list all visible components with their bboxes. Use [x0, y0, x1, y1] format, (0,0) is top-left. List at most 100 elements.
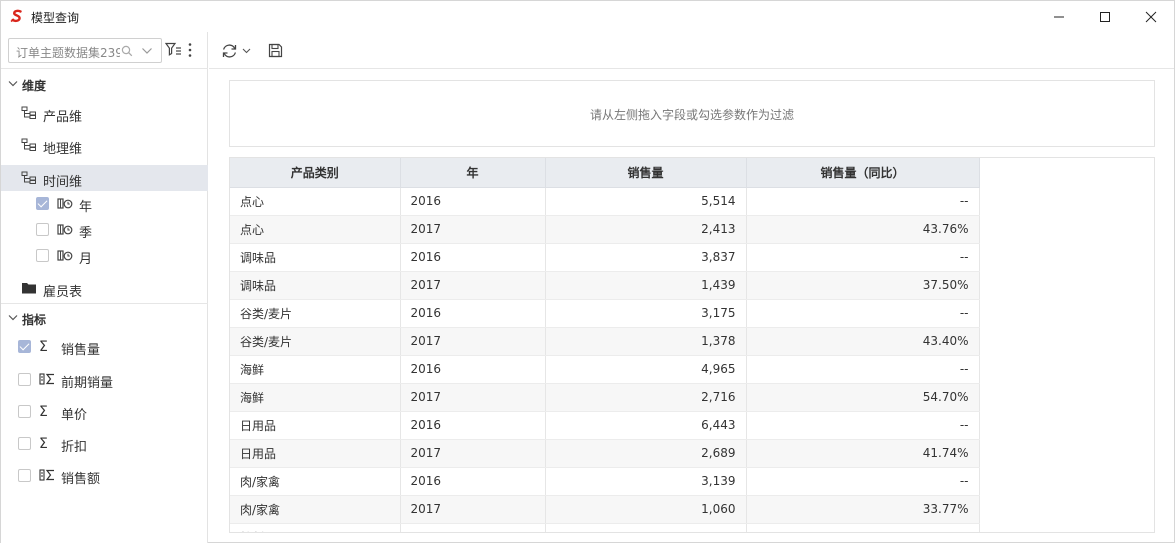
search-icon[interactable]: [121, 45, 133, 57]
close-button[interactable]: [1128, 1, 1174, 32]
cell-sales-yoy: --: [746, 411, 980, 440]
cell-year: 2017: [400, 215, 546, 244]
title-bar: 模型查询: [1, 1, 1174, 32]
table-row: 日用品 2017 2,689 41.74%: [230, 439, 980, 468]
column-header-sales-qty[interactable]: 销售量: [545, 158, 747, 188]
dataset-select-value: 订单主题数据集239: [16, 46, 120, 60]
cell-sales-yoy: 43.40%: [746, 327, 980, 356]
filter-drop-zone[interactable]: 请从左侧拖入字段或勾选参数作为过滤: [229, 80, 1155, 147]
month-checkbox[interactable]: [36, 249, 49, 262]
calc-sigma-icon: [39, 469, 54, 481]
cell-category: 谷类/麦片: [230, 299, 401, 328]
dimension-item-time[interactable]: 时间维: [1, 165, 208, 191]
table-row: 点心 2016 5,514 --: [230, 187, 980, 216]
cell-year: 2016: [400, 299, 546, 328]
measure-checkbox[interactable]: [18, 437, 31, 450]
table-row: 谷类/麦片 2016 3,175 --: [230, 299, 980, 328]
table-row: 海鲜 2017 2,716 54.70%: [230, 383, 980, 412]
measure-item-unit-price[interactable]: Σ 单价: [1, 398, 208, 424]
cell-year: 2016: [400, 411, 546, 440]
resource-panel: 订单主题数据集239 维度 产品维 地理维 时间维 年 季 月 雇员表 指标 Σ…: [1, 32, 208, 543]
cell-category: 调味品: [230, 243, 401, 272]
measure-checkbox[interactable]: [18, 405, 31, 418]
cell-year: 2017: [400, 271, 546, 300]
measure-checkbox[interactable]: [18, 340, 31, 353]
cell-sales-yoy: 54.70%: [746, 383, 980, 412]
cell-sales-yoy: 43.76%: [746, 215, 980, 244]
cell-sales-qty: 4,965: [545, 355, 747, 384]
quarter-checkbox[interactable]: [36, 223, 49, 236]
table-row: 调味品 2017 1,439 37.50%: [230, 271, 980, 300]
cell-sales-yoy: 41.74%: [746, 439, 980, 468]
result-table: 产品类别 年 销售量 销售量（同比） 点心 2016 5,514 -- 点心 2…: [230, 158, 980, 532]
cell-category: 日用品: [230, 439, 401, 468]
folder-icon: [22, 283, 36, 294]
measure-checkbox[interactable]: [18, 469, 31, 482]
minimize-icon: [1054, 16, 1064, 17]
table-row: 日用品 2016 6,443 --: [230, 411, 980, 440]
measures-section-header[interactable]: 指标: [1, 308, 208, 330]
time-level-quarter[interactable]: 季: [1, 217, 208, 243]
cell-category: 海鲜: [230, 383, 401, 412]
hierarchy-icon: [21, 138, 36, 151]
cell-year: 2016: [400, 355, 546, 384]
column-header-year[interactable]: 年: [400, 158, 546, 188]
cell-sales-qty: 6,443: [545, 411, 747, 440]
cell-category: 谷类/麦片: [230, 327, 401, 356]
vertical-scrollbar[interactable]: [1166, 69, 1174, 543]
dimension-item-geography[interactable]: 地理维: [1, 132, 208, 158]
table-row: 肉/家禽 2016 3,139 --: [230, 467, 980, 496]
table-header-row: 产品类别 年 销售量 销售量（同比）: [230, 158, 980, 188]
hierarchy-icon: [21, 106, 36, 119]
dimensions-section-header[interactable]: 维度: [1, 74, 208, 96]
dimension-item-product[interactable]: 产品维: [1, 100, 208, 126]
cell-year: 2017: [400, 327, 546, 356]
measure-item-prev-sales[interactable]: 前期销量: [1, 366, 208, 392]
save-icon[interactable]: [268, 43, 283, 58]
result-table-frame: 产品类别 年 销售量 销售量（同比） 点心 2016 5,514 -- 点心 2…: [229, 157, 1155, 533]
chevron-down-icon[interactable]: [141, 46, 153, 56]
cell-sales-qty: 2,413: [545, 215, 747, 244]
minimize-button[interactable]: [1036, 1, 1082, 32]
date-level-icon: [57, 224, 73, 235]
cell-year: 2017: [400, 495, 546, 524]
filter-hint-text: 请从左侧拖入字段或勾选参数作为过滤: [589, 108, 794, 122]
more-vertical-icon[interactable]: [187, 42, 193, 58]
cell-sales-qty: 2,689: [545, 439, 747, 468]
cell-year: 2016: [400, 187, 546, 216]
measure-item-sales-amount[interactable]: 销售额: [1, 462, 208, 488]
cell-sales-yoy: --: [746, 299, 980, 328]
measure-item-sales-qty[interactable]: Σ 销售量: [1, 333, 208, 359]
app-logo-icon: [10, 9, 22, 23]
cell-year: 2017: [400, 383, 546, 412]
column-header-sales-yoy[interactable]: 销售量（同比）: [746, 158, 980, 188]
dataset-select[interactable]: 订单主题数据集239: [8, 38, 162, 63]
measures-section-label: 指标: [22, 313, 47, 327]
cell-category: 海鲜: [230, 355, 401, 384]
cell-year: 2016: [400, 467, 546, 496]
cell-sales-yoy: 37.50%: [746, 271, 980, 300]
measure-checkbox[interactable]: [18, 373, 31, 386]
chevron-down-icon[interactable]: [242, 48, 251, 54]
sigma-icon: Σ: [39, 339, 48, 355]
chevron-down-icon: [8, 315, 18, 321]
cell-year: 2016: [400, 523, 546, 532]
dimension-label: 地理维: [43, 142, 83, 157]
column-header-category[interactable]: 产品类别: [230, 158, 401, 188]
cell-category: 调味品: [230, 271, 401, 300]
cell-sales-yoy: --: [746, 243, 980, 272]
year-checkbox[interactable]: [36, 197, 49, 210]
cell-category: 点心: [230, 187, 401, 216]
measure-item-discount[interactable]: Σ 折扣: [1, 430, 208, 456]
cell-sales-yoy: 33.77%: [746, 495, 980, 524]
time-level-month[interactable]: 月: [1, 243, 208, 269]
refresh-icon[interactable]: [221, 43, 238, 59]
sigma-icon: Σ: [39, 436, 48, 452]
maximize-button[interactable]: [1082, 1, 1128, 32]
time-level-year[interactable]: 年: [1, 191, 208, 217]
cell-category: 肉/家禽: [230, 495, 401, 524]
section-divider: [1, 303, 208, 304]
filter-icon[interactable]: [165, 42, 183, 58]
dimension-item-employee[interactable]: 雇员表: [1, 275, 208, 301]
table-row: 海鲜 2016 4,965 --: [230, 355, 980, 384]
